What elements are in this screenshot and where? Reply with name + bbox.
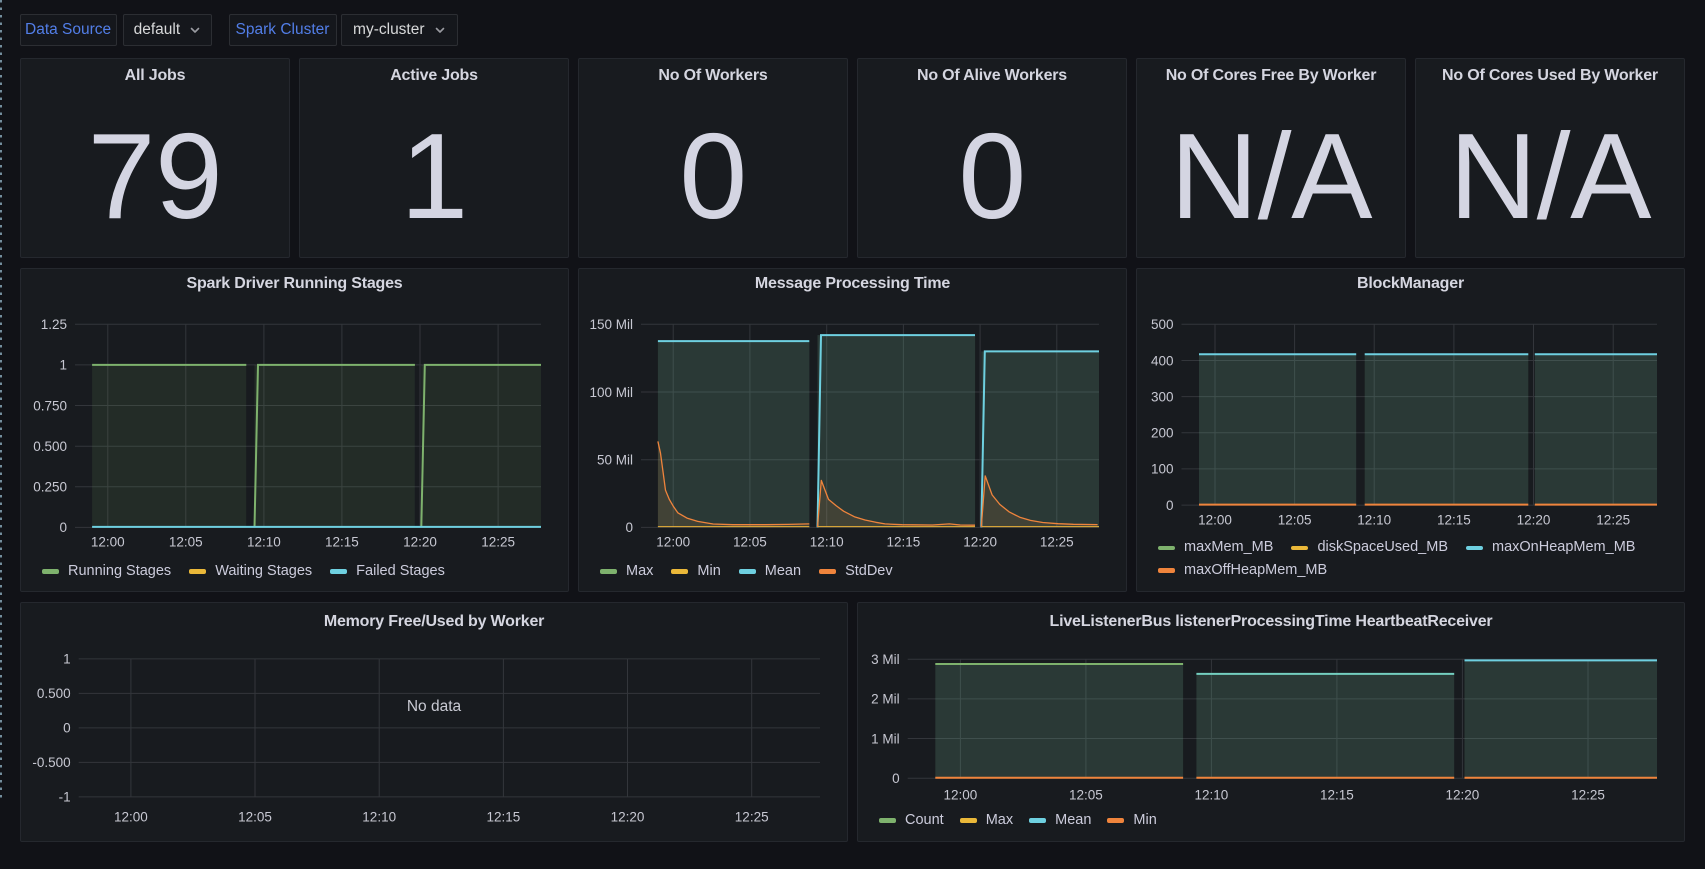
svg-text:12:10: 12:10 [1195, 787, 1229, 802]
svg-text:0: 0 [63, 720, 71, 735]
svg-text:12:05: 12:05 [238, 809, 272, 824]
svg-text:12:25: 12:25 [481, 534, 515, 549]
svg-text:12:20: 12:20 [963, 534, 997, 549]
svg-text:12:00: 12:00 [91, 534, 125, 549]
svg-text:-0.500: -0.500 [32, 755, 70, 770]
svg-text:12:00: 12:00 [1198, 512, 1232, 527]
svg-text:12:10: 12:10 [1357, 512, 1391, 527]
svg-text:12:10: 12:10 [247, 534, 281, 549]
svg-text:12:15: 12:15 [487, 809, 521, 824]
svg-text:50 Mil: 50 Mil [597, 452, 633, 467]
svg-text:12:00: 12:00 [656, 534, 690, 549]
svg-text:100: 100 [1151, 461, 1174, 476]
svg-text:1: 1 [63, 651, 71, 666]
svg-text:1 Mil: 1 Mil [871, 731, 900, 746]
svg-text:0: 0 [1166, 497, 1174, 512]
svg-text:12:10: 12:10 [810, 534, 844, 549]
svg-text:12:05: 12:05 [1278, 512, 1312, 527]
svg-text:12:20: 12:20 [403, 534, 437, 549]
svg-text:1.25: 1.25 [41, 317, 67, 332]
svg-text:12:15: 12:15 [1437, 512, 1471, 527]
svg-text:3 Mil: 3 Mil [871, 652, 900, 667]
svg-text:12:00: 12:00 [944, 787, 978, 802]
svg-text:12:25: 12:25 [1040, 534, 1074, 549]
svg-text:1: 1 [59, 357, 67, 372]
svg-text:12:25: 12:25 [1571, 787, 1605, 802]
svg-text:200: 200 [1151, 425, 1174, 440]
svg-text:500: 500 [1151, 317, 1174, 332]
svg-text:2 Mil: 2 Mil [871, 691, 900, 706]
svg-text:12:00: 12:00 [114, 809, 148, 824]
svg-text:12:05: 12:05 [169, 534, 203, 549]
svg-text:12:15: 12:15 [325, 534, 359, 549]
svg-text:12:15: 12:15 [1320, 787, 1354, 802]
svg-text:12:15: 12:15 [887, 534, 921, 549]
svg-text:12:25: 12:25 [1596, 512, 1630, 527]
svg-text:12:20: 12:20 [1446, 787, 1480, 802]
svg-text:0.500: 0.500 [33, 439, 67, 454]
svg-text:-1: -1 [59, 789, 71, 804]
svg-text:0: 0 [892, 771, 900, 786]
svg-text:12:05: 12:05 [1069, 787, 1103, 802]
svg-text:12:25: 12:25 [735, 809, 769, 824]
svg-text:0: 0 [625, 520, 633, 535]
svg-text:12:10: 12:10 [362, 809, 396, 824]
svg-text:100 Mil: 100 Mil [589, 384, 633, 399]
svg-text:300: 300 [1151, 389, 1174, 404]
svg-text:12:20: 12:20 [1517, 512, 1551, 527]
svg-text:400: 400 [1151, 353, 1174, 368]
svg-text:0: 0 [59, 520, 67, 535]
svg-text:0.250: 0.250 [33, 479, 67, 494]
svg-text:12:05: 12:05 [733, 534, 767, 549]
svg-text:150 Mil: 150 Mil [589, 317, 633, 332]
svg-text:0.750: 0.750 [33, 398, 67, 413]
svg-text:12:20: 12:20 [611, 809, 645, 824]
